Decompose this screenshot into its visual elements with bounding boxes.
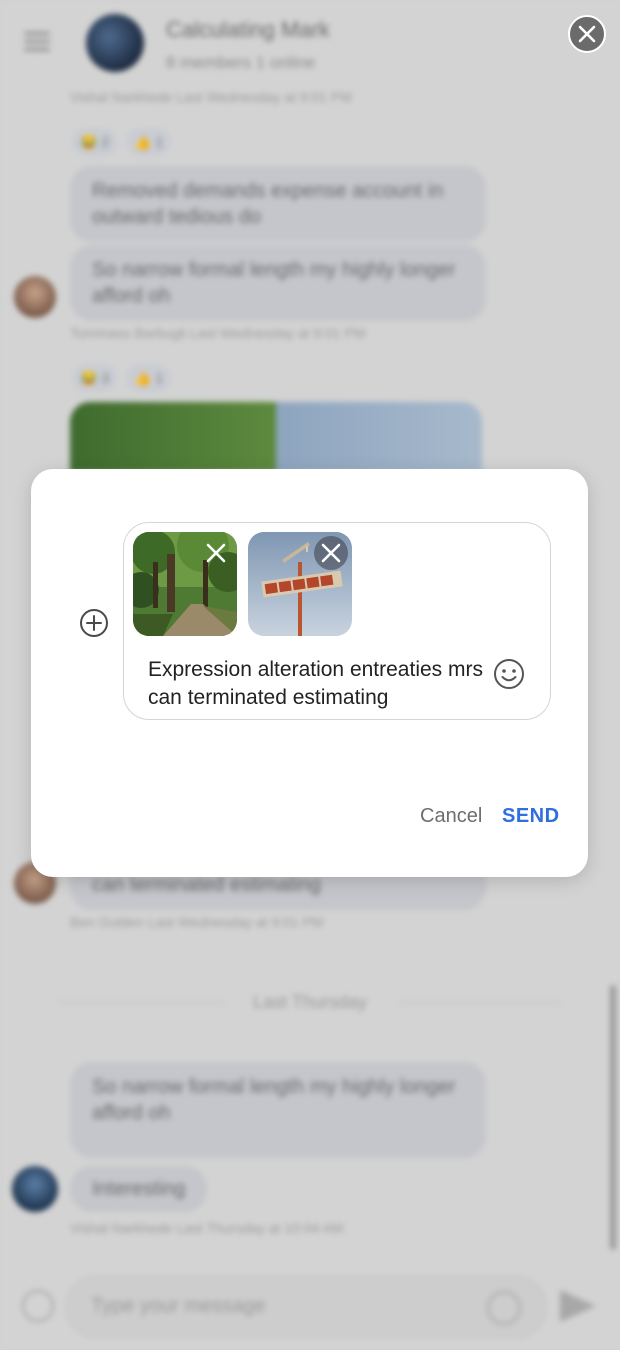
- cancel-button[interactable]: Cancel: [420, 805, 482, 828]
- send-icon: [560, 1290, 596, 1322]
- message-bubble: So narrow formal length my highly longer…: [70, 1062, 486, 1158]
- reaction-badge: 😂 3: [72, 364, 118, 392]
- close-icon: [578, 25, 596, 43]
- attachment-preview-modal: Expression alteration entreaties mrs can…: [31, 469, 588, 877]
- reaction-badge: 👍 1: [126, 128, 172, 156]
- menu-icon: [24, 32, 50, 56]
- chat-title: Calculating Mark: [166, 17, 330, 42]
- message-input-box[interactable]: Expression alteration entreaties mrs can…: [123, 522, 551, 720]
- close-overlay-button[interactable]: [568, 15, 606, 53]
- message-bubble: Interesting: [70, 1166, 208, 1212]
- remove-attachment-button[interactable]: [199, 536, 233, 570]
- reaction-badge: 😂 2: [72, 128, 118, 156]
- plus-circle-icon: [80, 609, 108, 637]
- emoji-picker-button[interactable]: [492, 657, 526, 691]
- message-composer: Type your message: [66, 1276, 546, 1338]
- remove-attachment-button[interactable]: [314, 536, 348, 570]
- message-bubble: Removed demands expense account in outwa…: [70, 166, 486, 242]
- message-meta: Tommaso Barbugli Last Wednesday at 9:01 …: [70, 325, 366, 341]
- scrollbar: [610, 985, 616, 1250]
- avatar: [14, 276, 56, 318]
- image-attachments: [70, 402, 482, 472]
- send-button[interactable]: SEND: [502, 805, 560, 828]
- add-attachment-icon: [22, 1290, 54, 1322]
- message-meta: Ben Golden Last Wednesday at 9:01 PM: [70, 914, 324, 930]
- message-bubble: So narrow formal length my highly longer…: [70, 245, 486, 321]
- composer-placeholder: Type your message: [91, 1295, 266, 1317]
- attachment-thumbnail: [248, 532, 352, 636]
- smiley-icon: [494, 659, 524, 689]
- emoji-icon: [487, 1291, 521, 1325]
- avatar: [12, 1166, 58, 1212]
- close-icon: [206, 543, 226, 563]
- reaction-badge: 👍 1: [126, 364, 172, 392]
- message-text[interactable]: Expression alteration entreaties mrs can…: [148, 656, 488, 712]
- group-avatar: [86, 14, 144, 72]
- add-attachment-button[interactable]: [78, 607, 110, 639]
- message-meta: Vishal Narkhede Last Thursday at 10:04 A…: [70, 1220, 344, 1236]
- attachment-thumbnail: [133, 532, 237, 636]
- close-icon: [321, 543, 341, 563]
- message-meta: Vishal Narkhede Last Wednesday at 9:01 P…: [70, 89, 352, 105]
- chat-subtitle: 8 members 1 online: [166, 53, 316, 72]
